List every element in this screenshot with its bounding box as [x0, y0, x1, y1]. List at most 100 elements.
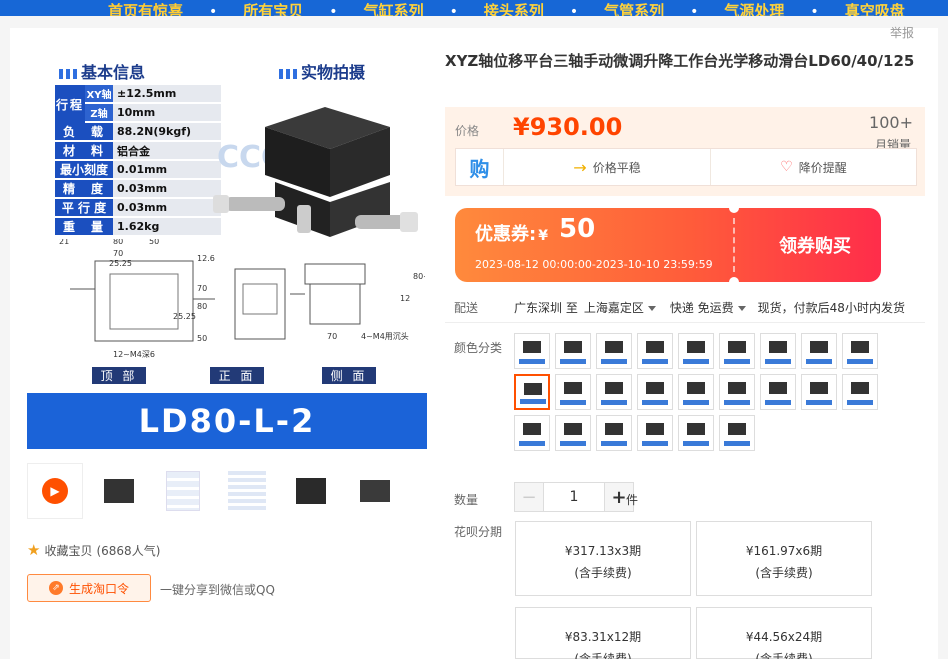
color-option[interactable]	[760, 333, 796, 369]
color-option[interactable]	[801, 333, 837, 369]
nav-item-cylinder[interactable]: 气缸系列	[364, 2, 424, 16]
spec-row: 材 料铝合金	[55, 142, 221, 159]
color-option[interactable]	[842, 374, 878, 410]
color-option[interactable]	[596, 333, 632, 369]
dim-label: 12.6	[197, 254, 215, 263]
spec-heading: 基本信息	[59, 59, 145, 83]
thumbnail[interactable]	[155, 463, 211, 519]
thumbnail-strip: ▶	[27, 463, 427, 523]
share-icon: ⇗	[48, 581, 63, 595]
nav-item-fitting[interactable]: 接头系列	[484, 2, 544, 16]
play-icon: ▶	[42, 478, 68, 504]
stage-photo: CCC	[213, 107, 418, 237]
dim-label: 4~M4用沉头	[361, 331, 409, 341]
price-drop-reminder[interactable]: ♡ 降价提醒	[711, 159, 916, 176]
heart-icon: ♡	[780, 159, 793, 175]
color-option[interactable]	[842, 333, 878, 369]
main-product-image[interactable]: 基本信息 实物拍摄 行程 XY轴 ±12.5mm Z轴 10mm 负 载 88.2…	[27, 49, 427, 449]
dim-label: 70	[327, 332, 337, 341]
dim-label: 80	[113, 239, 123, 246]
thumbnail[interactable]	[91, 463, 147, 519]
color-option[interactable]	[678, 374, 714, 410]
dim-label: 12	[400, 294, 410, 303]
nav-item-tube[interactable]: 气管系列	[604, 2, 664, 16]
price-label: 价格	[455, 124, 480, 138]
installment-option[interactable]: ¥44.56x24期 (含手续费)	[696, 607, 872, 659]
view-label-front: 正 面	[210, 367, 264, 384]
caret-down-icon	[647, 306, 656, 311]
coupon-date: 2023-08-12 00:00:00-2023-10-10 23:59:59	[475, 258, 713, 271]
dim-label: 12~M4深6	[113, 350, 155, 359]
color-option-selected[interactable]	[514, 374, 550, 410]
model-banner: LD80-L-2	[27, 393, 427, 449]
nav-item-home[interactable]: 首页有惊喜	[108, 2, 183, 16]
quantity-minus-button[interactable]: −	[514, 482, 544, 512]
color-option[interactable]	[514, 415, 550, 451]
quantity-input[interactable]: 1	[544, 482, 604, 512]
color-option[interactable]	[555, 415, 591, 451]
stage-thumb-icon	[104, 479, 134, 503]
color-option[interactable]	[637, 374, 673, 410]
spec-row: 重 量 1.62kg	[55, 218, 221, 235]
spec-sheet-icon	[166, 471, 200, 511]
dim-label: 70	[197, 284, 207, 293]
color-option[interactable]	[760, 374, 796, 410]
coupon-banner[interactable]: 优惠券: ¥ 50 2023-08-12 00:00:00-2023-10-10 …	[455, 203, 881, 287]
price-stable-indicator[interactable]: → 价格平稳	[504, 149, 711, 185]
star-icon: ★	[27, 541, 41, 559]
color-option[interactable]	[637, 415, 673, 451]
express-select[interactable]: 快递 免运费	[670, 299, 746, 316]
color-option[interactable]	[719, 374, 755, 410]
spec-table: 行程 XY轴 ±12.5mm Z轴 10mm 负 载 88.2N(9kgf) 材 …	[55, 85, 221, 237]
installment-option[interactable]: ¥161.97x6期 (含手续费)	[696, 521, 872, 596]
dim-label: 25.25	[109, 259, 132, 268]
shipping-label: 配送	[454, 301, 479, 315]
generate-taokouling-button[interactable]: ⇗ 生成淘口令	[27, 574, 151, 602]
color-option[interactable]	[555, 333, 591, 369]
color-option[interactable]	[719, 333, 755, 369]
view-label-side: 侧 面	[322, 367, 376, 384]
color-option[interactable]	[801, 374, 837, 410]
color-option[interactable]	[678, 415, 714, 451]
color-option[interactable]	[514, 333, 550, 369]
installment-label: 花呗分期	[454, 525, 503, 539]
quantity-stepper: − 1 +	[514, 482, 634, 512]
dim-label: 80	[197, 302, 207, 311]
stage-thumb-icon	[360, 480, 390, 502]
thumbnail-video[interactable]: ▶	[27, 463, 83, 519]
thumbnail[interactable]	[219, 463, 275, 519]
spec-row: 行程 XY轴 ±12.5mm	[55, 85, 221, 123]
photo-heading: 实物拍摄	[279, 59, 365, 83]
coupon-title: 优惠券: ¥	[475, 224, 548, 245]
color-option[interactable]	[555, 374, 591, 410]
view-label-top: 顶 部	[92, 367, 146, 384]
color-label: 颜色分类	[454, 341, 503, 355]
thumbnail[interactable]	[283, 463, 339, 519]
price-tools: 购 → 价格平稳 ♡ 降价提醒	[455, 148, 917, 186]
color-option[interactable]	[596, 415, 632, 451]
gou-icon: 购	[456, 149, 504, 185]
report-link[interactable]: 举报	[890, 24, 914, 41]
color-option[interactable]	[678, 333, 714, 369]
destination-select[interactable]: 上海嘉定区	[584, 299, 656, 316]
dimension-drawing: 21 80 50 70 25.25 12.6 70 80 25.25 50 12…	[59, 239, 425, 359]
dim-label: 80~90	[413, 272, 425, 281]
shipping-info: 广东深圳 至 上海嘉定区 快递 免运费 现货，付款后48小时内发货	[514, 299, 905, 316]
claim-coupon-button[interactable]: 领券购买	[779, 232, 851, 258]
spec-row: 平 行 度 0.03mm	[55, 199, 221, 216]
nav-item-vacuum[interactable]: 真空吸盘	[845, 2, 905, 16]
spec-row: 最小刻度 0.01mm	[55, 161, 221, 178]
monthly-sales-count: 100+	[869, 113, 913, 132]
color-option[interactable]	[637, 333, 673, 369]
nav-item-air-treatment[interactable]: 气源处理	[724, 2, 784, 16]
top-nav: 首页有惊喜 • 所有宝贝 • 气缸系列 • 接头系列 • 气管系列 • 气源处理 • 真空吸…	[0, 0, 948, 16]
favorite-button[interactable]: ★ 收藏宝贝 (6868人气)	[27, 541, 160, 559]
color-options	[514, 333, 894, 451]
thumbnail[interactable]	[347, 463, 403, 519]
installment-option[interactable]: ¥317.13x3期 (含手续费)	[515, 521, 691, 596]
installment-option[interactable]: ¥83.31x12期 (含手续费)	[515, 607, 691, 659]
share-hint: 一键分享到微信或QQ	[160, 583, 275, 597]
color-option[interactable]	[719, 415, 755, 451]
color-option[interactable]	[596, 374, 632, 410]
nav-item-all[interactable]: 所有宝贝	[243, 2, 303, 16]
